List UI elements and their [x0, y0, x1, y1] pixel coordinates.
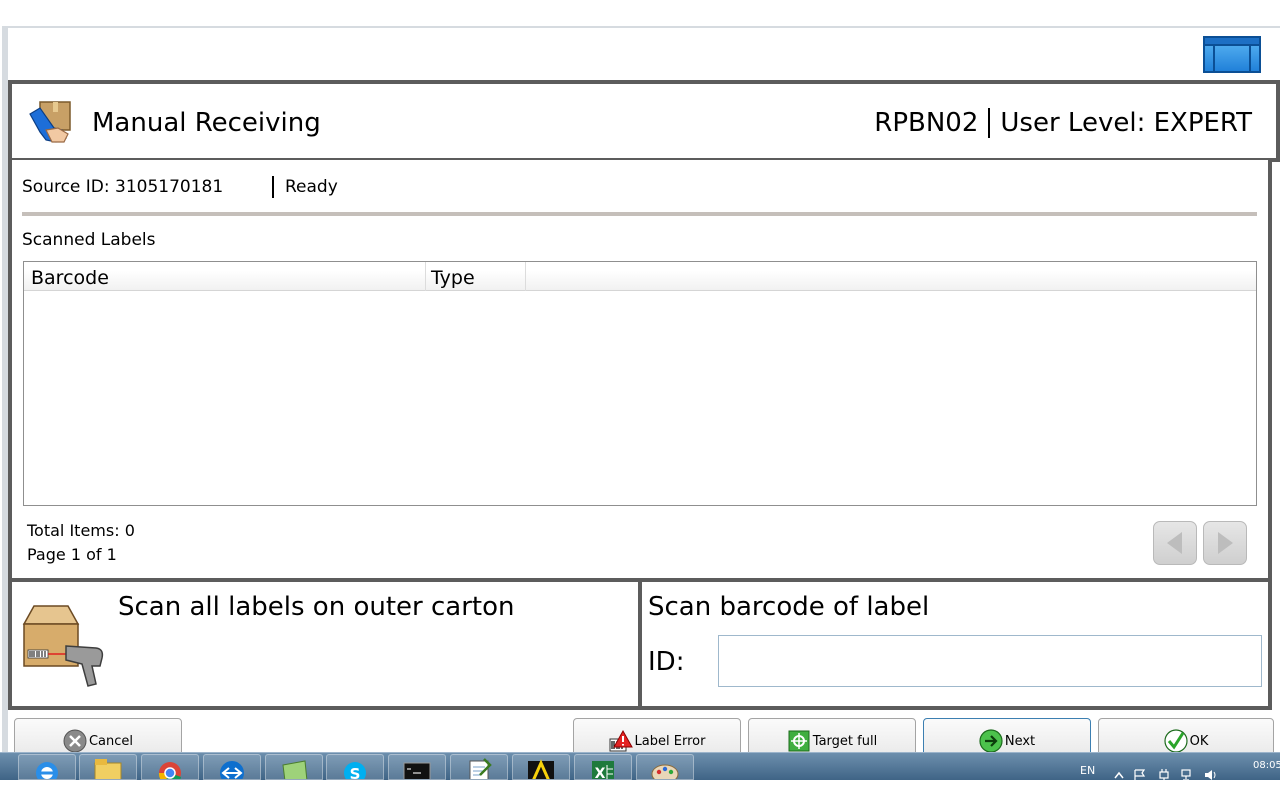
- target-full-label: Target full: [812, 733, 878, 749]
- volume-icon[interactable]: [1204, 766, 1218, 780]
- column-header-barcode[interactable]: Barcode: [24, 262, 426, 291]
- status-text: Ready: [285, 177, 338, 197]
- label-error-icon: [609, 729, 633, 752]
- excel-icon[interactable]: X: [574, 754, 632, 780]
- carton-scanner-icon: [20, 602, 106, 688]
- user-level: User Level: EXPERT: [1000, 108, 1252, 138]
- file-explorer-icon[interactable]: [79, 754, 137, 780]
- app-a-icon[interactable]: [512, 754, 570, 780]
- hand-package-icon: [26, 100, 74, 146]
- window-icon[interactable]: [1203, 36, 1261, 73]
- previous-page-button[interactable]: [1153, 521, 1197, 565]
- internet-explorer-icon[interactable]: [18, 754, 76, 780]
- scanned-labels-title: Scanned Labels: [22, 230, 156, 250]
- window-top-strip: [0, 0, 1280, 26]
- label-error-label: Label Error: [634, 733, 706, 749]
- svg-text:X: X: [595, 766, 606, 780]
- station-id: RPBN02: [874, 108, 979, 138]
- next-page-button[interactable]: [1203, 521, 1247, 565]
- tray-expand-icon[interactable]: [1112, 766, 1126, 779]
- station-info: RPBN02 User Level: EXPERT: [874, 106, 1252, 140]
- svg-text:S: S: [350, 765, 361, 780]
- scanned-labels-table[interactable]: [23, 261, 1257, 506]
- cancel-icon: [63, 729, 87, 753]
- clock[interactable]: 08:05: [1253, 760, 1280, 771]
- station-separator: [988, 108, 991, 138]
- column-header-type[interactable]: Type: [426, 262, 526, 291]
- teamviewer-icon[interactable]: [203, 754, 261, 780]
- source-id-label: Source ID: 3105170181: [22, 177, 224, 197]
- section-divider: [22, 212, 1257, 216]
- id-label: ID:: [648, 647, 685, 677]
- action-center-flag-icon[interactable]: [1133, 766, 1147, 781]
- status-separator: [272, 176, 274, 198]
- arrow-right-icon: [1218, 532, 1233, 554]
- arrow-left-icon: [1167, 532, 1182, 554]
- next-arrow-icon: [979, 729, 1003, 753]
- skype-icon[interactable]: S: [326, 754, 384, 780]
- header-bar: [8, 28, 1280, 80]
- power-plug-icon[interactable]: [1157, 766, 1171, 781]
- notepad-icon[interactable]: [450, 754, 508, 780]
- id-input[interactable]: [718, 635, 1262, 687]
- command-prompt-icon[interactable]: [388, 754, 446, 780]
- page-title: Manual Receiving: [92, 108, 321, 138]
- target-full-icon: [788, 730, 810, 752]
- cancel-label: Cancel: [88, 733, 134, 749]
- folder-icon[interactable]: [265, 754, 323, 780]
- paint-icon[interactable]: [636, 754, 694, 780]
- next-label: Next: [1004, 733, 1036, 749]
- chrome-icon[interactable]: [141, 754, 199, 780]
- language-indicator[interactable]: EN: [1080, 764, 1095, 777]
- instruction-text: Scan all labels on outer carton: [118, 592, 515, 622]
- network-icon[interactable]: [1181, 766, 1195, 781]
- scan-barcode-title: Scan barcode of label: [648, 592, 930, 622]
- check-icon: [1164, 729, 1188, 753]
- page-info-text: Page 1 of 1: [27, 545, 117, 564]
- total-items-text: Total Items: 0: [27, 521, 135, 540]
- ok-label: OK: [1189, 733, 1209, 749]
